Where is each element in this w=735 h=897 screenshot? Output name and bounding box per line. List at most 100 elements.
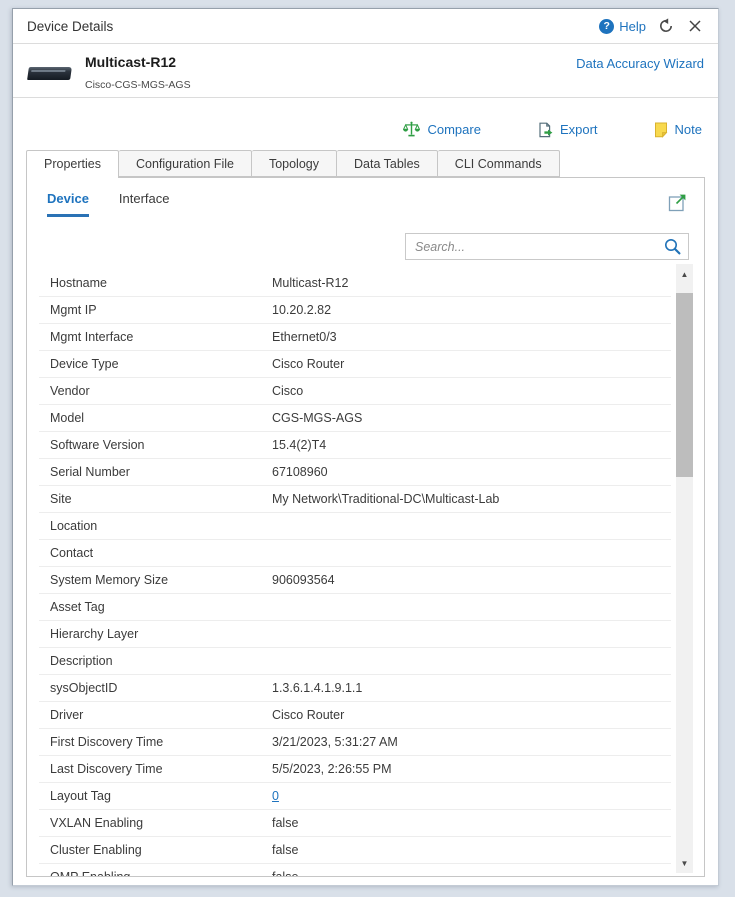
help-icon: ? <box>599 19 614 34</box>
table-row: VXLAN Enablingfalse <box>39 810 671 837</box>
compare-button[interactable]: Compare <box>403 121 480 138</box>
search-box <box>405 233 689 260</box>
compare-scales-icon <box>403 121 420 138</box>
export-label: Export <box>560 122 598 137</box>
property-label: Driver <box>50 708 272 722</box>
property-label: Model <box>50 411 272 425</box>
property-label: sysObjectID <box>50 681 272 695</box>
refresh-icon[interactable] <box>657 17 675 35</box>
property-label: Layout Tag <box>50 789 272 803</box>
data-accuracy-wizard-link[interactable]: Data Accuracy Wizard <box>576 56 704 71</box>
tab-data-tables[interactable]: Data Tables <box>337 150 438 177</box>
layout-tag-link[interactable]: 0 <box>272 789 671 803</box>
property-label: Serial Number <box>50 465 272 479</box>
table-row: DriverCisco Router <box>39 702 671 729</box>
property-label: OMP Enabling <box>50 870 272 876</box>
property-value: 1.3.6.1.4.1.9.1.1 <box>272 681 671 695</box>
table-row: VendorCisco <box>39 378 671 405</box>
help-label: Help <box>619 19 646 34</box>
property-value: false <box>272 816 671 830</box>
table-row: Device TypeCisco Router <box>39 351 671 378</box>
property-value: Multicast-R12 <box>272 276 671 290</box>
property-label: Hostname <box>50 276 272 290</box>
device-name: Multicast-R12 <box>85 54 191 70</box>
scrollbar-up-arrow[interactable]: ▲ <box>676 264 693 284</box>
table-row: Asset Tag <box>39 594 671 621</box>
property-value: false <box>272 843 671 857</box>
property-label: Cluster Enabling <box>50 843 272 857</box>
table-row: Serial Number67108960 <box>39 459 671 486</box>
property-label: Site <box>50 492 272 506</box>
table-row: Software Version15.4(2)T4 <box>39 432 671 459</box>
property-label: Mgmt IP <box>50 303 272 317</box>
property-label: First Discovery Time <box>50 735 272 749</box>
property-value: Cisco <box>272 384 671 398</box>
property-label: Contact <box>50 546 272 560</box>
property-value: Cisco Router <box>272 357 671 371</box>
scrollbar-down-arrow[interactable]: ▼ <box>676 853 693 873</box>
vertical-scrollbar[interactable]: ▲ ▼ <box>676 264 693 873</box>
table-row: Description <box>39 648 671 675</box>
search-icon[interactable] <box>663 237 682 256</box>
subtab-row: Device Interface <box>27 178 704 217</box>
subtab-device[interactable]: Device <box>47 191 89 217</box>
property-label: Location <box>50 519 272 533</box>
property-value: 10.20.2.82 <box>272 303 671 317</box>
device-header: Multicast-R12 Cisco-CGS-MGS-AGS Data Acc… <box>13 44 718 98</box>
tab-cli-commands[interactable]: CLI Commands <box>438 150 560 177</box>
property-value: My Network\Traditional-DC\Multicast-Lab <box>272 492 671 506</box>
property-value: false <box>272 870 671 876</box>
table-row: ModelCGS-MGS-AGS <box>39 405 671 432</box>
property-value: 15.4(2)T4 <box>272 438 671 452</box>
tab-topology[interactable]: Topology <box>252 150 337 177</box>
tab-configuration-file[interactable]: Configuration File <box>119 150 252 177</box>
property-label: Mgmt Interface <box>50 330 272 344</box>
dialog-titlebar: Device Details ? Help <box>13 9 718 44</box>
table-row: First Discovery Time3/21/2023, 5:31:27 A… <box>39 729 671 756</box>
property-value: 5/5/2023, 2:26:55 PM <box>272 762 671 776</box>
help-button[interactable]: ? Help <box>599 19 646 34</box>
property-value: Ethernet0/3 <box>272 330 671 344</box>
property-label: Description <box>50 654 272 668</box>
properties-table: HostnameMulticast-R12 Mgmt IP10.20.2.82 … <box>39 270 671 876</box>
table-row: Contact <box>39 540 671 567</box>
export-button[interactable]: Export <box>537 122 598 138</box>
note-button[interactable]: Note <box>654 122 702 138</box>
table-row: Hierarchy Layer <box>39 621 671 648</box>
device-details-dialog: Device Details ? Help Mult <box>12 8 719 886</box>
table-row: Last Discovery Time5/5/2023, 2:26:55 PM <box>39 756 671 783</box>
property-value: Cisco Router <box>272 708 671 722</box>
export-document-icon <box>537 122 553 138</box>
property-label: Vendor <box>50 384 272 398</box>
table-row: Mgmt InterfaceEthernet0/3 <box>39 324 671 351</box>
note-label: Note <box>675 122 702 137</box>
table-row: sysObjectID1.3.6.1.4.1.9.1.1 <box>39 675 671 702</box>
scrollbar-thumb[interactable] <box>676 293 693 477</box>
property-label: VXLAN Enabling <box>50 816 272 830</box>
properties-tab-content: Device Interface HostnameM <box>26 177 705 877</box>
subtab-interface[interactable]: Interface <box>119 191 170 217</box>
search-input[interactable] <box>415 240 663 254</box>
device-image <box>27 63 73 85</box>
device-names: Multicast-R12 Cisco-CGS-MGS-AGS <box>85 54 191 91</box>
property-value: 67108960 <box>272 465 671 479</box>
device-model: Cisco-CGS-MGS-AGS <box>85 79 191 91</box>
table-row: Layout Tag0 <box>39 783 671 810</box>
open-in-new-window-icon[interactable] <box>667 192 688 213</box>
property-label: System Memory Size <box>50 573 272 587</box>
table-row: Location <box>39 513 671 540</box>
close-icon[interactable] <box>686 17 704 35</box>
search-row <box>27 233 704 260</box>
tab-strip: Properties Configuration File Topology D… <box>26 150 705 177</box>
table-row: Cluster Enablingfalse <box>39 837 671 864</box>
property-label: Last Discovery Time <box>50 762 272 776</box>
property-value: CGS-MGS-AGS <box>272 411 671 425</box>
table-row: System Memory Size906093564 <box>39 567 671 594</box>
property-label: Hierarchy Layer <box>50 627 272 641</box>
property-label: Device Type <box>50 357 272 371</box>
table-row: SiteMy Network\Traditional-DC\Multicast-… <box>39 486 671 513</box>
action-row: Compare Export Note <box>13 98 718 146</box>
table-row: HostnameMulticast-R12 <box>39 270 671 297</box>
tab-properties[interactable]: Properties <box>26 150 119 178</box>
property-value: 906093564 <box>272 573 671 587</box>
